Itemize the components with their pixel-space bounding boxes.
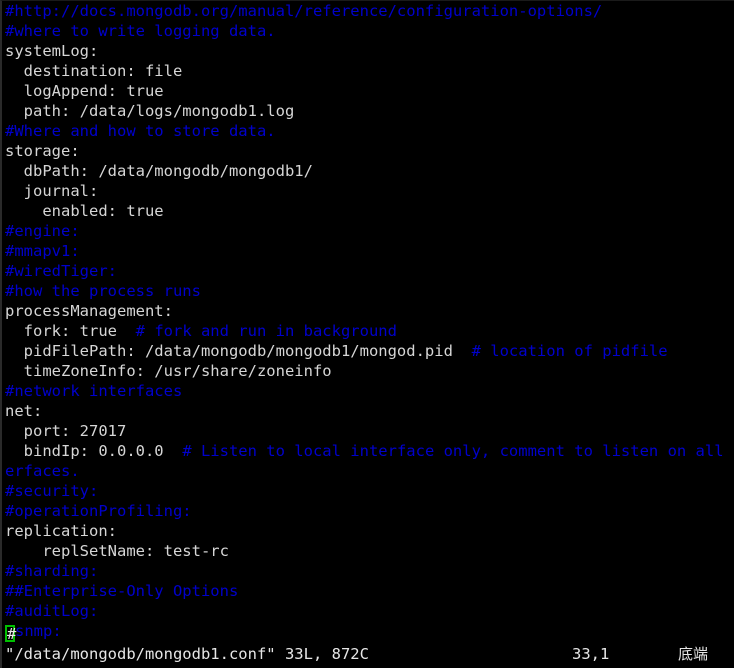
vim-status-line: "/data/mongodb/mongodb1.conf" 33L, 872C … xyxy=(2,642,734,668)
comment-text: #security: xyxy=(5,482,99,500)
comment-text: #engine: xyxy=(5,222,80,240)
text-cursor: # xyxy=(5,625,17,642)
comment-text: #mmapv1: xyxy=(5,242,80,260)
terminal-window[interactable]: #http://docs.mongodb.org/manual/referenc… xyxy=(0,0,734,668)
editor-line[interactable]: fork: true # fork and run in background xyxy=(2,321,734,341)
editor-line[interactable]: timeZoneInfo: /usr/share/zoneinfo xyxy=(2,361,734,381)
editor-line[interactable]: dbPath: /data/mongodb/mongodb1/ xyxy=(2,161,734,181)
config-text: replSetName: test-rc xyxy=(5,542,229,560)
config-text: enabled: true xyxy=(5,202,164,220)
editor-line[interactable]: port: 27017 xyxy=(2,421,734,441)
editor-line[interactable]: #mmapv1: xyxy=(2,241,734,261)
comment-text: #sharding: xyxy=(5,562,99,580)
editor-line[interactable]: logAppend: true xyxy=(2,81,734,101)
editor-line[interactable]: net: xyxy=(2,401,734,421)
config-text: path: /data/logs/mongodb1.log xyxy=(5,102,295,120)
config-text: replication: xyxy=(5,522,117,540)
config-text: logAppend: true xyxy=(5,82,164,100)
editor-line[interactable]: systemLog: xyxy=(2,41,734,61)
comment-text: #auditLog: xyxy=(5,602,99,620)
editor-line[interactable]: #http://docs.mongodb.org/manual/referenc… xyxy=(2,1,734,21)
editor-line[interactable]: path: /data/logs/mongodb1.log xyxy=(2,101,734,121)
comment-text: #Where and how to store data. xyxy=(5,122,276,140)
comment-text: #network interfaces xyxy=(5,382,183,400)
config-text: timeZoneInfo: /usr/share/zoneinfo xyxy=(5,362,332,380)
comment-text: #how the process runs xyxy=(5,282,201,300)
editor-line[interactable]: #sharding: xyxy=(2,561,734,581)
config-text: dbPath: /data/mongodb/mongodb1/ xyxy=(5,162,313,180)
editor-line[interactable]: #security: xyxy=(2,481,734,501)
config-text: destination: file xyxy=(5,62,183,80)
vim-text-buffer[interactable]: #http://docs.mongodb.org/manual/referenc… xyxy=(2,1,734,642)
comment-text: # Listen to local interface only, commen… xyxy=(182,442,734,460)
editor-line[interactable]: journal: xyxy=(2,181,734,201)
comment-text: # fork and run in background xyxy=(135,322,397,340)
comment-text: ##Enterprise-Only Options xyxy=(5,582,239,600)
editor-line[interactable]: #snmp: xyxy=(2,621,734,642)
editor-line[interactable]: enabled: true xyxy=(2,201,734,221)
status-scroll-state: 底端 xyxy=(678,645,709,663)
config-text: fork: true xyxy=(5,322,136,340)
config-text: bindIp: 0.0.0.0 xyxy=(5,442,183,460)
config-text: port: 27017 xyxy=(5,422,127,440)
editor-line[interactable]: destination: file xyxy=(2,61,734,81)
config-text: net: xyxy=(5,402,43,420)
editor-line[interactable]: bindIp: 0.0.0.0 # Listen to local interf… xyxy=(2,441,734,461)
editor-line[interactable]: pidFilePath: /data/mongodb/mongodb1/mong… xyxy=(2,341,734,361)
status-cursor-position: 33,1 xyxy=(572,645,610,663)
comment-text: #where to write logging data. xyxy=(5,22,276,40)
editor-line[interactable]: storage: xyxy=(2,141,734,161)
config-text: storage: xyxy=(5,142,80,160)
config-text: pidFilePath: /data/mongodb/mongodb1/mong… xyxy=(5,342,472,360)
config-text: processManagement: xyxy=(5,302,173,320)
editor-line[interactable]: #how the process runs xyxy=(2,281,734,301)
editor-line[interactable]: erfaces. xyxy=(2,461,734,481)
comment-text: #http://docs.mongodb.org/manual/referenc… xyxy=(5,2,603,20)
comment-text: #operationProfiling: xyxy=(5,502,192,520)
status-file-info: "/data/mongodb/mongodb1.conf" 33L, 872C xyxy=(5,645,369,663)
config-text: systemLog: xyxy=(5,42,99,60)
editor-line[interactable]: #auditLog: xyxy=(2,601,734,621)
editor-line[interactable]: #where to write logging data. xyxy=(2,21,734,41)
comment-text: # location of pidfile xyxy=(471,342,668,360)
comment-text: erfaces. xyxy=(5,462,80,480)
editor-line[interactable]: #operationProfiling: xyxy=(2,501,734,521)
editor-line[interactable]: ##Enterprise-Only Options xyxy=(2,581,734,601)
comment-text: #wiredTiger: xyxy=(5,262,117,280)
editor-line[interactable]: replSetName: test-rc xyxy=(2,541,734,561)
config-text: journal: xyxy=(5,182,99,200)
editor-line[interactable]: #Where and how to store data. xyxy=(2,121,734,141)
editor-line[interactable]: replication: xyxy=(2,521,734,541)
editor-line[interactable]: #engine: xyxy=(2,221,734,241)
editor-line[interactable]: #network interfaces xyxy=(2,381,734,401)
editor-line[interactable]: #wiredTiger: xyxy=(2,261,734,281)
editor-line[interactable]: processManagement: xyxy=(2,301,734,321)
comment-text: snmp: xyxy=(15,622,62,640)
